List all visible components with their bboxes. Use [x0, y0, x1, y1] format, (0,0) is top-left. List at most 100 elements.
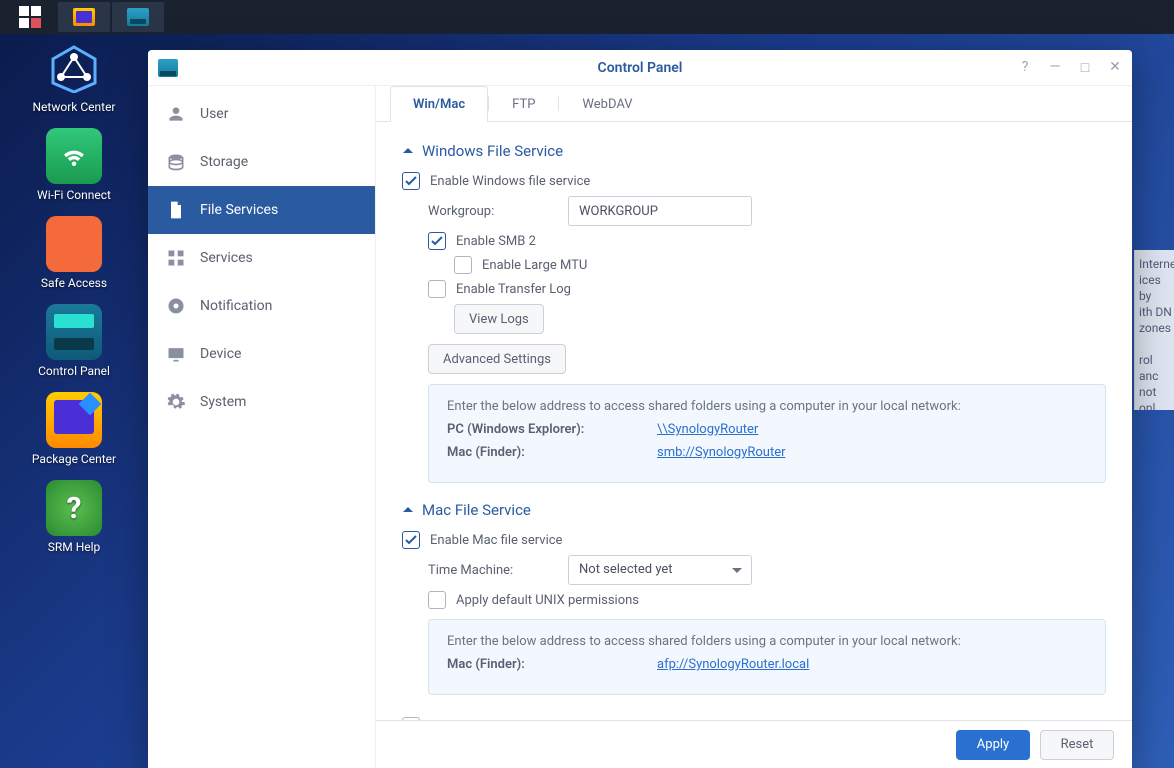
view-logs-button[interactable]: View Logs — [454, 304, 544, 334]
desktop-wifi-connect[interactable]: Wi-Fi Connect — [24, 128, 124, 202]
info-intro-mac: Enter the below address to access shared… — [447, 634, 1087, 649]
enable-bonjour-printer-label: Enable Bonjour Printer Broadcast — [430, 719, 621, 721]
desktop-label: SRM Help — [48, 540, 101, 554]
sidebar-item-label: File Services — [200, 202, 278, 218]
sidebar-item-notification[interactable]: Notification — [148, 282, 375, 330]
tab-ftp[interactable]: FTP — [489, 86, 558, 122]
apply-unix-permissions-label: Apply default UNIX permissions — [456, 593, 639, 608]
tab-win-mac[interactable]: Win/Mac — [390, 86, 488, 122]
mac-finder-smb-label: Mac (Finder): — [447, 445, 657, 460]
package-center-icon — [46, 392, 102, 448]
tabs: Win/Mac FTP WebDAV — [376, 86, 1132, 122]
desktop-label: Network Center — [33, 100, 116, 114]
window-close-button[interactable]: ✕ — [1106, 59, 1124, 76]
sidebar-item-storage[interactable]: Storage — [148, 138, 375, 186]
sidebar-item-label: User — [200, 106, 228, 122]
enable-smb2-label: Enable SMB 2 — [456, 234, 536, 249]
main-panel: Win/Mac FTP WebDAV Windows File Service … — [376, 86, 1132, 768]
background-window-snippet: Interneices byith DN zonesrol ancnot onl… — [1134, 250, 1174, 410]
enable-large-mtu-label: Enable Large MTU — [482, 258, 587, 273]
window-help-button[interactable]: ? — [1016, 59, 1034, 76]
mac-finder-afp-link[interactable]: afp://SynologyRouter.local — [657, 657, 809, 672]
sidebar: User Storage File Services Services Noti… — [148, 86, 376, 768]
control-panel-icon — [127, 8, 149, 26]
advanced-settings-button[interactable]: Advanced Settings — [428, 344, 566, 374]
desktop-label: Package Center — [32, 452, 116, 466]
package-icon — [73, 8, 95, 26]
footer: Apply Reset — [376, 720, 1132, 768]
sidebar-item-user[interactable]: User — [148, 90, 375, 138]
sidebar-item-services[interactable]: Services — [148, 234, 375, 282]
taskbar-package-center[interactable] — [58, 2, 110, 32]
enable-large-mtu-checkbox[interactable] — [454, 256, 472, 274]
wifi-icon — [46, 128, 102, 184]
section-windows-file-service[interactable]: Windows File Service — [402, 142, 1106, 160]
sidebar-item-label: Storage — [200, 154, 248, 170]
network-center-icon — [46, 40, 102, 96]
sidebar-item-label: Notification — [200, 298, 272, 314]
desktop-package-center[interactable]: Package Center — [24, 392, 124, 466]
workgroup-input[interactable] — [568, 196, 752, 226]
dashboard-button[interactable] — [4, 2, 56, 32]
sidebar-item-device[interactable]: Device — [148, 330, 375, 378]
mac-finder-afp-label: Mac (Finder): — [447, 657, 657, 672]
window-maximize-button[interactable]: □ — [1076, 59, 1094, 76]
user-icon — [166, 104, 186, 124]
file-services-icon — [166, 200, 186, 220]
storage-icon — [166, 152, 186, 172]
control-panel-window: Control Panel ? — □ ✕ User Storage File … — [148, 50, 1132, 768]
enable-windows-file-service-label: Enable Windows file service — [430, 174, 590, 189]
info-intro: Enter the below address to access shared… — [447, 399, 1087, 414]
apply-unix-permissions-checkbox[interactable] — [428, 591, 446, 609]
dashboard-icon — [19, 6, 41, 28]
mac-finder-smb-link[interactable]: smb://SynologyRouter — [657, 445, 786, 460]
sidebar-item-label: System — [200, 394, 246, 410]
window-app-icon — [158, 59, 178, 77]
help-icon: ? — [46, 480, 102, 536]
time-machine-select[interactable]: Not selected yet — [568, 555, 752, 585]
enable-bonjour-printer-checkbox[interactable] — [402, 717, 420, 720]
window-titlebar[interactable]: Control Panel ? — □ ✕ — [148, 50, 1132, 86]
pc-explorer-link[interactable]: \\SynologyRouter — [657, 422, 758, 437]
workgroup-label: Workgroup: — [428, 204, 568, 219]
control-panel-icon — [46, 304, 102, 360]
desktop-icons: Network Center Wi-Fi Connect Safe Access… — [14, 40, 134, 554]
desktop-control-panel[interactable]: Control Panel — [24, 304, 124, 378]
windows-address-info: Enter the below address to access shared… — [428, 384, 1106, 483]
sidebar-item-label: Services — [200, 250, 253, 266]
apply-button[interactable]: Apply — [956, 730, 1030, 760]
content-scroll[interactable]: Windows File Service Enable Windows file… — [376, 122, 1132, 720]
desktop-label: Control Panel — [38, 364, 110, 378]
sidebar-item-label: Device — [200, 346, 241, 362]
device-icon — [166, 344, 186, 364]
chevron-up-icon — [402, 145, 414, 157]
pc-explorer-label: PC (Windows Explorer): — [447, 422, 657, 437]
time-machine-label: Time Machine: — [428, 563, 568, 578]
tab-webdav[interactable]: WebDAV — [559, 86, 655, 122]
notification-icon — [166, 296, 186, 316]
desktop-label: Safe Access — [41, 276, 107, 290]
section-mac-file-service[interactable]: Mac File Service — [402, 501, 1106, 519]
enable-mac-file-service-checkbox[interactable] — [402, 531, 420, 549]
window-minimize-button[interactable]: — — [1046, 59, 1064, 76]
desktop-safe-access[interactable]: Safe Access — [24, 216, 124, 290]
reset-button[interactable]: Reset — [1040, 730, 1114, 760]
taskbar — [0, 0, 1174, 34]
enable-transfer-log-label: Enable Transfer Log — [456, 282, 571, 297]
enable-transfer-log-checkbox[interactable] — [428, 280, 446, 298]
desktop-srm-help[interactable]: ? SRM Help — [24, 480, 124, 554]
taskbar-control-panel[interactable] — [112, 2, 164, 32]
gear-icon — [166, 392, 186, 412]
enable-smb2-checkbox[interactable] — [428, 232, 446, 250]
sidebar-item-system[interactable]: System — [148, 378, 375, 426]
chevron-up-icon — [402, 504, 414, 516]
services-icon — [166, 248, 186, 268]
enable-mac-file-service-label: Enable Mac file service — [430, 533, 562, 548]
enable-windows-file-service-checkbox[interactable] — [402, 172, 420, 190]
mac-address-info: Enter the below address to access shared… — [428, 619, 1106, 695]
window-title: Control Panel — [598, 60, 683, 76]
desktop-network-center[interactable]: Network Center — [24, 40, 124, 114]
sidebar-item-file-services[interactable]: File Services — [148, 186, 375, 234]
safe-access-icon — [46, 216, 102, 272]
desktop-label: Wi-Fi Connect — [37, 188, 111, 202]
